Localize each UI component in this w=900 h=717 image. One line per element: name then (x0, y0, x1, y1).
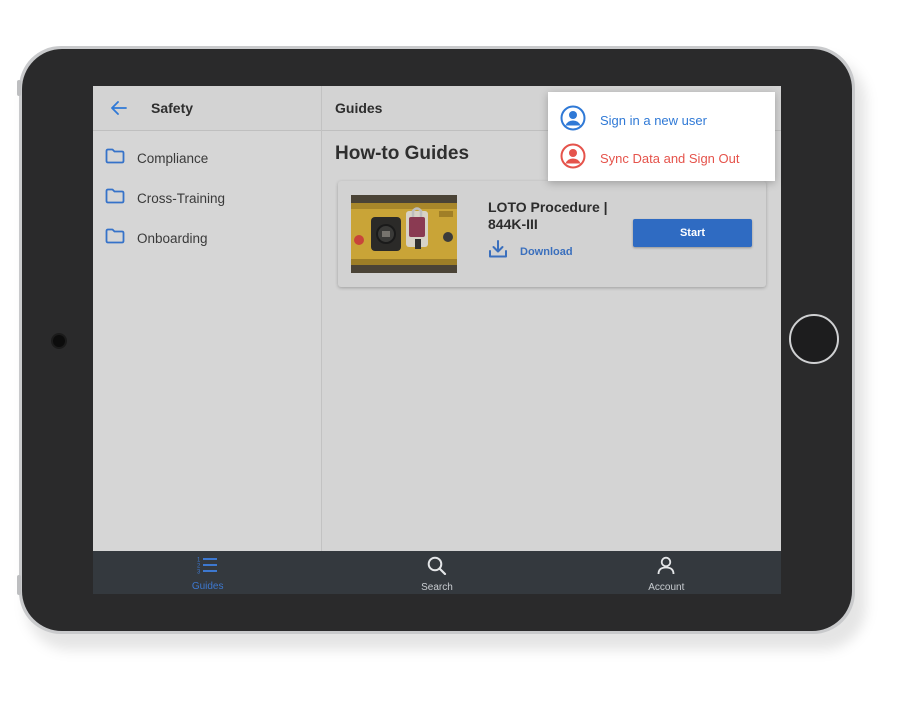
tab-label: Guides (191, 581, 224, 592)
guides-header-title: Guides (335, 100, 383, 116)
folder-icon (105, 148, 125, 169)
sidebar-header: Safety (93, 86, 321, 131)
folder-label: Onboarding (137, 230, 208, 246)
guide-title: LOTO Procedure | 844K-III (488, 199, 608, 232)
page-title: How-to Guides (335, 143, 470, 164)
download-button[interactable]: Download (488, 239, 573, 264)
tab-account[interactable]: Account (552, 551, 781, 594)
account-menu-popup: Sign in a new user Sync Data and Sign Ou… (548, 92, 775, 181)
person-icon (657, 556, 675, 580)
folder-icon (105, 188, 125, 209)
folder-label: Compliance (137, 150, 209, 166)
tab-label: Account (648, 582, 685, 593)
folder-icon (105, 228, 125, 249)
tab-label: Search (421, 582, 453, 593)
category-sidebar: Safety Compliance Cross-Training Onboard… (93, 86, 322, 551)
front-camera (53, 335, 65, 347)
menu-item-label: Sync Data and Sign Out (600, 151, 740, 166)
bottom-tab-bar: 1 2 3 Guides Search Account (93, 551, 781, 594)
menu-item-sync-and-sign-out[interactable]: Sync Data and Sign Out (560, 143, 739, 174)
tab-guides[interactable]: 1 2 3 Guides (93, 551, 322, 594)
download-icon (488, 239, 508, 264)
folder-item-compliance[interactable]: Compliance (93, 138, 321, 178)
search-icon (427, 556, 447, 580)
start-button[interactable]: Start (633, 219, 752, 247)
back-arrow-icon[interactable] (99, 86, 139, 130)
folder-item-onboarding[interactable]: Onboarding (93, 218, 321, 258)
menu-item-label: Sign in a new user (600, 113, 707, 128)
svg-text:3: 3 (197, 570, 201, 575)
folder-label: Cross-Training (137, 190, 226, 206)
folder-item-cross-training[interactable]: Cross-Training (93, 178, 321, 218)
tablet-side-button (17, 575, 21, 595)
guide-card[interactable]: LOTO Procedure | 844K-III Download Start (338, 181, 766, 287)
user-circle-icon (560, 143, 586, 174)
tablet-side-button (17, 80, 21, 96)
guide-thumbnail (351, 195, 457, 273)
user-circle-icon (560, 105, 586, 136)
sidebar-title: Safety (151, 100, 194, 116)
menu-item-sign-in-new-user[interactable]: Sign in a new user (560, 105, 707, 136)
numbered-list-icon: 1 2 3 (197, 556, 219, 579)
download-label: Download (520, 245, 573, 258)
tab-search[interactable]: Search (322, 551, 551, 594)
home-button[interactable] (789, 314, 839, 364)
